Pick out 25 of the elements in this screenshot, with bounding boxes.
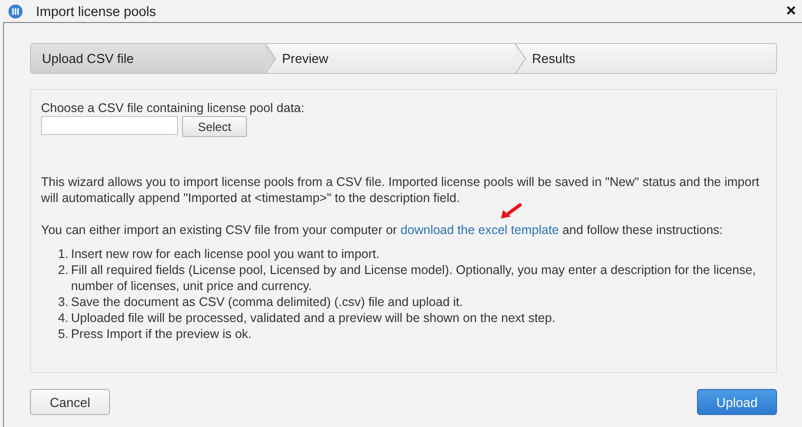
list-number: 4. <box>58 310 70 326</box>
list-number: 2. <box>58 262 70 279</box>
window-title: Import license pools <box>36 4 158 18</box>
arrow-annotation <box>500 203 522 219</box>
file-path-field[interactable] <box>41 116 178 135</box>
list-item-text: Fill all required fields (License pool, Licensed by and License model). Optionally, you may enter a description for the license, number of licenses, unit price and currency. <box>70 262 757 294</box>
close-button[interactable]: × <box>786 3 796 19</box>
list-item-text: Uploaded file will be processed, validated and a preview will be shown on the next step. <box>70 310 556 326</box>
app-logo-icon <box>8 4 23 18</box>
list-number: 3. <box>58 294 70 310</box>
select-button[interactable]: Select <box>182 116 247 137</box>
list-number: 5. <box>58 326 70 342</box>
list-item-text: Insert new row for each license pool you want to import. <box>70 246 380 262</box>
list-item-text: Press Import if the preview is ok. <box>70 326 253 342</box>
intro-paragraph: This wizard allows you to import license pools from a CSV file. Imported license pools will be saved in "New" status and the import will automatically append "Imported at <timestamp>" to the description field. <box>41 174 760 206</box>
template-link[interactable]: download the excel template <box>400 223 559 237</box>
file-picker-label: Choose a CSV file containing license pool data: <box>41 101 306 115</box>
list-number: 1. <box>58 246 70 262</box>
wizard-step[interactable]: Results <box>527 44 776 73</box>
instructions-sentence: You can either import an existing CSV file from your computer or download the excel template and follow these instructions: <box>41 222 724 238</box>
list-item-text: Save the document as CSV (comma delimited) (.csv) file and upload it. <box>70 294 464 310</box>
upload-button[interactable]: Upload <box>697 389 777 415</box>
cancel-button[interactable]: Cancel <box>30 389 110 415</box>
wizard-step[interactable]: Preview <box>277 44 515 73</box>
wizard-step[interactable]: Upload CSV file <box>31 44 265 73</box>
